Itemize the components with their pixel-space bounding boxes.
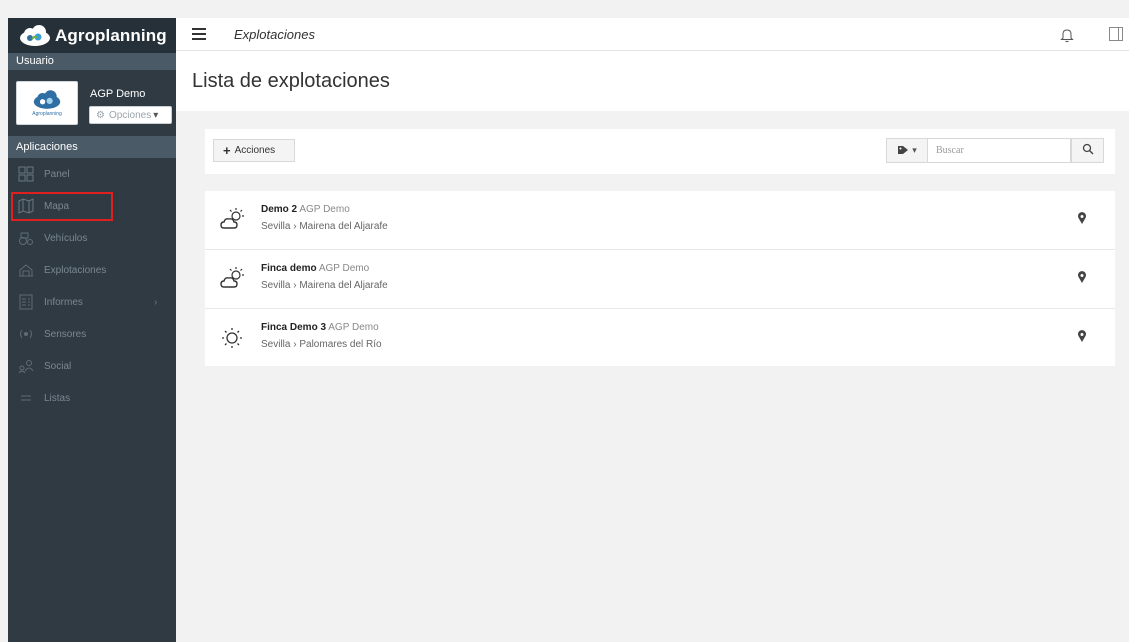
avatar-logo-icon <box>33 89 61 109</box>
sidebar-item-mapa[interactable]: Mapa <box>8 190 176 222</box>
sensor-icon <box>18 326 34 342</box>
cloud-logo-icon <box>18 24 52 47</box>
map-pin-icon[interactable] <box>1077 330 1087 348</box>
sidebar-item-informes[interactable]: Informes › <box>8 286 176 318</box>
list-item[interactable]: Demo 2 AGP Demo Sevilla › Mairena del Al… <box>205 191 1115 250</box>
search-button[interactable] <box>1071 138 1104 163</box>
sidebar-item-label: Vehículos <box>44 232 88 244</box>
sidebar-item-vehiculos[interactable]: Vehículos <box>8 222 176 254</box>
avatar: Agroplanning <box>16 81 78 125</box>
farm-title: Finca Demo 3 AGP Demo <box>261 322 379 333</box>
tag-filter-button[interactable]: ▾ <box>886 138 928 163</box>
caret-down-icon: ▾ <box>912 145 917 155</box>
user-section-label: Usuario <box>8 53 176 70</box>
list-item[interactable]: Finca Demo 3 AGP Demo Sevilla › Palomare… <box>205 309 1115 366</box>
partly-cloudy-icon <box>219 206 247 234</box>
social-icon <box>18 358 34 374</box>
sidebar-item-listas[interactable]: Listas <box>8 382 176 414</box>
hamburger-menu-icon[interactable] <box>192 28 206 40</box>
sidebar-item-explotaciones[interactable]: Explotaciones <box>8 254 176 286</box>
list-icon <box>18 390 34 406</box>
sidebar-item-label: Listas <box>44 392 71 404</box>
farm-location: Sevilla › Mairena del Aljarafe <box>261 221 388 232</box>
breadcrumb: Explotaciones <box>234 26 315 42</box>
caret-down-icon: ▾ <box>153 109 159 121</box>
farm-owner: AGP Demo <box>328 322 379 333</box>
sunny-icon <box>219 324 247 352</box>
brand-name: Agroplanning <box>55 25 167 45</box>
sidebar-item-panel[interactable]: Panel <box>8 158 176 190</box>
sidebar-item-sensores[interactable]: Sensores <box>8 318 176 350</box>
tag-icon <box>897 145 909 157</box>
search-icon <box>1082 142 1094 160</box>
avatar-logo-text: Agroplanning <box>32 110 62 117</box>
farm-name[interactable]: Demo 2 <box>261 204 297 215</box>
chevron-right-icon: › <box>154 296 158 308</box>
brand-header[interactable]: Agroplanning <box>8 18 176 53</box>
options-dropdown[interactable]: ⚙ Opciones ▾ <box>89 106 172 124</box>
farm-title: Finca demo AGP Demo <box>261 263 369 274</box>
actions-button[interactable]: + Acciones <box>213 139 295 162</box>
actions-button-label: Acciones <box>234 145 276 156</box>
report-icon <box>18 294 34 310</box>
map-pin-icon[interactable] <box>1077 271 1087 289</box>
list-item[interactable]: Finca demo AGP Demo Sevilla › Mairena de… <box>205 250 1115 309</box>
plus-icon: + <box>223 143 231 158</box>
farm-owner: AGP Demo <box>299 204 350 215</box>
search-input[interactable]: Buscar <box>928 138 1071 163</box>
sidebar-item-label: Sensores <box>44 328 87 340</box>
sidebar-item-social[interactable]: Social <box>8 350 176 382</box>
farm-name[interactable]: Finca demo <box>261 263 317 274</box>
panel-toggle-icon[interactable] <box>1109 27 1123 41</box>
farm-location: Sevilla › Palomares del Río <box>261 339 382 350</box>
sidebar-item-label: Explotaciones <box>44 264 107 276</box>
sidebar-item-label: Informes <box>44 296 83 308</box>
dashboard-icon <box>18 166 34 182</box>
user-name: AGP Demo <box>90 88 146 100</box>
farm-icon <box>18 262 34 278</box>
page-header: Lista de explotaciones <box>176 51 1129 111</box>
action-bar: + Acciones ▾ Buscar <box>205 129 1115 174</box>
highlight-box <box>11 192 113 221</box>
gear-icon: ⚙ <box>96 109 105 121</box>
top-bar: Explotaciones <box>176 18 1129 51</box>
farm-list: Demo 2 AGP Demo Sevilla › Mairena del Al… <box>205 191 1115 366</box>
partly-cloudy-icon <box>219 265 247 293</box>
sidebar-item-label: Panel <box>44 168 70 180</box>
sidebar: Agroplanning Usuario Agroplanning AGP De… <box>8 18 176 642</box>
bell-icon[interactable] <box>1060 27 1074 48</box>
vehicle-icon <box>18 230 34 246</box>
options-label: Opciones <box>108 109 152 121</box>
map-pin-icon[interactable] <box>1077 212 1087 230</box>
farm-owner: AGP Demo <box>318 263 370 274</box>
farm-title: Demo 2 AGP Demo <box>261 204 350 215</box>
apps-section-label: Aplicaciones <box>8 136 176 158</box>
sidebar-item-label: Social <box>44 360 72 372</box>
user-block: Agroplanning AGP Demo ⚙ Opciones ▾ <box>8 70 176 136</box>
farm-location: Sevilla › Mairena del Aljarafe <box>261 280 388 291</box>
farm-name[interactable]: Finca Demo 3 <box>261 322 326 333</box>
page-title: Lista de explotaciones <box>192 70 390 92</box>
